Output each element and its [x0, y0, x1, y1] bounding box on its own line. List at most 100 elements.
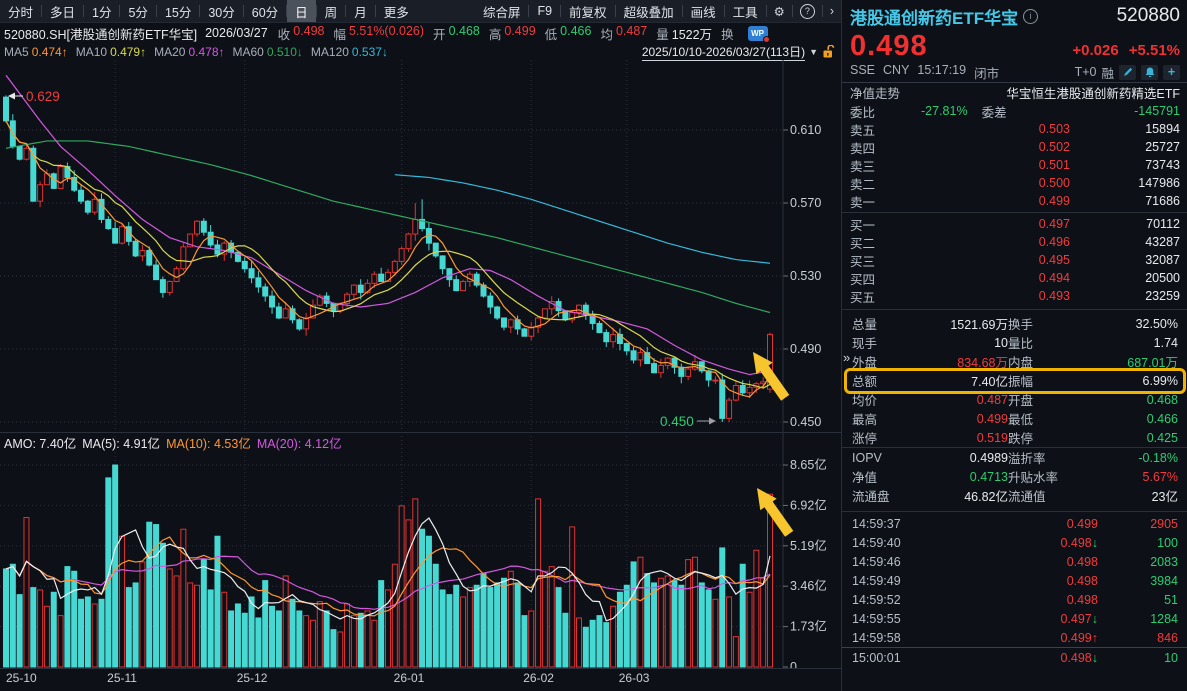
stock-name[interactable]: 港股通创新药ETF华宝	[850, 4, 1018, 29]
svg-text:0.610: 0.610	[790, 123, 821, 137]
book-price: 0.503	[980, 122, 1070, 136]
candlestick-chart[interactable]: 0.6100.5700.5300.4900.4500.6290.450	[0, 60, 841, 432]
period-button-周[interactable]: 周	[317, 0, 346, 22]
tick-qty: 846	[1098, 631, 1178, 645]
tools-buttons-group: 综合屏F9前复权超级叠加画线工具⚙?›	[475, 0, 841, 22]
stat-value: 5.67%	[1066, 470, 1178, 484]
svg-text:0.570: 0.570	[790, 196, 821, 210]
stats-row: 最高0.499最低0.466	[842, 409, 1187, 428]
help-icon[interactable]: ?	[793, 3, 822, 19]
bell-icon	[1145, 67, 1155, 78]
stat-value: 32.50%	[1066, 317, 1178, 331]
quote-field-value: 0.468	[449, 24, 480, 43]
period-button-1分[interactable]: 1分	[84, 0, 119, 22]
tool-button-F9[interactable]: F9	[529, 0, 560, 22]
chevron-down-icon[interactable]: ▼	[809, 47, 818, 57]
alert-button[interactable]	[1141, 65, 1158, 80]
ma-item-MA20: MA200.478↑	[154, 45, 224, 59]
book-divider	[842, 212, 1187, 213]
add-button[interactable]: +	[1163, 65, 1180, 80]
ask-row[interactable]: 卖二0.500147986	[842, 174, 1187, 192]
book-price: 0.502	[980, 140, 1070, 154]
chevron-right-icon[interactable]: ›	[823, 4, 841, 18]
time-axis-label: 26-01	[394, 671, 425, 685]
volume-chart[interactable]: 8.65亿6.92亿5.19亿3.46亿1.73亿0	[0, 432, 841, 668]
period-button-5分[interactable]: 5分	[120, 0, 155, 22]
quote-panel: 港股通创新药ETF华宝 i 520880 0.498 +0.026 +5.51%…	[841, 0, 1187, 691]
tick-row[interactable]: 14:59:490.4983984	[842, 571, 1187, 590]
period-button-分时[interactable]: 分时	[0, 0, 41, 22]
tool-button-超级叠加[interactable]: 超级叠加	[616, 0, 682, 22]
book-price: 0.499	[980, 194, 1070, 208]
book-qty: 73743	[1070, 158, 1180, 172]
ask-row[interactable]: 卖五0.50315894	[842, 120, 1187, 138]
period-button-更多[interactable]: 更多	[376, 0, 417, 22]
tool-button-综合屏[interactable]: 综合屏	[475, 0, 529, 22]
stat-value: 23亿	[1066, 486, 1178, 505]
svg-text:3.46亿: 3.46亿	[790, 578, 827, 593]
book-qty: 32087	[1070, 253, 1180, 267]
ma-item-label: MA20	[154, 45, 185, 59]
collapse-panel-icon[interactable]: »	[843, 350, 850, 365]
tick-row[interactable]: 14:59:580.499↑846	[842, 628, 1187, 647]
book-price: 0.495	[980, 253, 1070, 267]
period-button-日[interactable]: 日	[287, 0, 316, 22]
svg-text:1.73亿: 1.73亿	[790, 619, 827, 634]
ask-row[interactable]: 卖四0.50225727	[842, 138, 1187, 156]
period-button-15分[interactable]: 15分	[157, 0, 199, 22]
quote-field-value: 0.498	[293, 24, 324, 43]
tool-button-工具[interactable]: 工具	[725, 0, 766, 22]
stats-row: 总量1521.69万换手32.50%	[842, 314, 1187, 333]
bid-row[interactable]: 买三0.49532087	[842, 251, 1187, 269]
stat-label: 均价	[852, 390, 896, 409]
bid-row[interactable]: 买一0.49770112	[842, 215, 1187, 233]
ask-row[interactable]: 卖一0.49971686	[842, 192, 1187, 210]
svg-text:0: 0	[790, 660, 797, 668]
svg-text:0.450: 0.450	[790, 415, 821, 429]
tick-time: 14:59:55	[852, 612, 922, 626]
info-icon[interactable]: i	[1023, 9, 1038, 24]
bid-row[interactable]: 买二0.49643287	[842, 233, 1187, 251]
bid-row[interactable]: 买五0.49323259	[842, 287, 1187, 305]
tick-time: 14:59:49	[852, 574, 922, 588]
tick-row[interactable]: 14:59:370.4992905	[842, 514, 1187, 533]
ma-item-MA120: MA1200.537↓	[311, 45, 388, 59]
tick-row[interactable]: 15:00:010.498↓10	[842, 647, 1187, 667]
quote-field-label: 均	[600, 24, 613, 43]
quote-time: 15:17:19	[917, 63, 966, 82]
edit-button[interactable]	[1119, 65, 1136, 80]
stat-label: 跌停	[1008, 428, 1066, 447]
bid-row[interactable]: 买四0.49420500	[842, 269, 1187, 287]
pencil-icon	[1123, 67, 1133, 77]
tool-button-画线[interactable]: 画线	[683, 0, 724, 22]
period-button-60分[interactable]: 60分	[244, 0, 286, 22]
date-range-link[interactable]: 2025/10/10-2026/03/27(113日)	[642, 43, 805, 61]
stat-label: 涨停	[852, 428, 896, 447]
svg-text:5.19亿: 5.19亿	[790, 538, 827, 553]
stats-row: 流通盘46.82亿流通值23亿	[842, 486, 1187, 505]
book-price: 0.493	[980, 289, 1070, 303]
last-price: 0.498	[850, 30, 928, 63]
quote-field-value: 0.466	[560, 24, 591, 43]
tick-price: 0.498	[922, 593, 1098, 607]
tick-row[interactable]: 14:59:460.4982083	[842, 552, 1187, 571]
wp-window-icon[interactable]: WP	[748, 26, 768, 41]
period-button-月[interactable]: 月	[346, 0, 375, 22]
stat-value: 1.74	[1066, 336, 1178, 350]
book-price: 0.494	[980, 271, 1070, 285]
tick-row[interactable]: 14:59:520.49851	[842, 590, 1187, 609]
ma-item-label: MA120	[311, 45, 349, 59]
book-qty: 70112	[1070, 217, 1180, 231]
ask-row[interactable]: 卖三0.50173743	[842, 156, 1187, 174]
tool-button-前复权[interactable]: 前复权	[561, 0, 615, 22]
quote-date: 2026/03/27	[205, 26, 268, 40]
period-button-多日[interactable]: 多日	[42, 0, 83, 22]
tick-row[interactable]: 14:59:550.497↓1284	[842, 609, 1187, 628]
period-button-30分[interactable]: 30分	[200, 0, 242, 22]
unlock-icon[interactable]	[822, 45, 835, 59]
nav-trend-label[interactable]: 净值走势	[850, 83, 900, 102]
stat-value: 0.4713	[896, 470, 1008, 484]
stats-row: 均价0.487开盘0.468	[842, 390, 1187, 409]
tick-row[interactable]: 14:59:400.498↓100	[842, 533, 1187, 552]
gear-icon[interactable]: ⚙	[767, 4, 792, 19]
